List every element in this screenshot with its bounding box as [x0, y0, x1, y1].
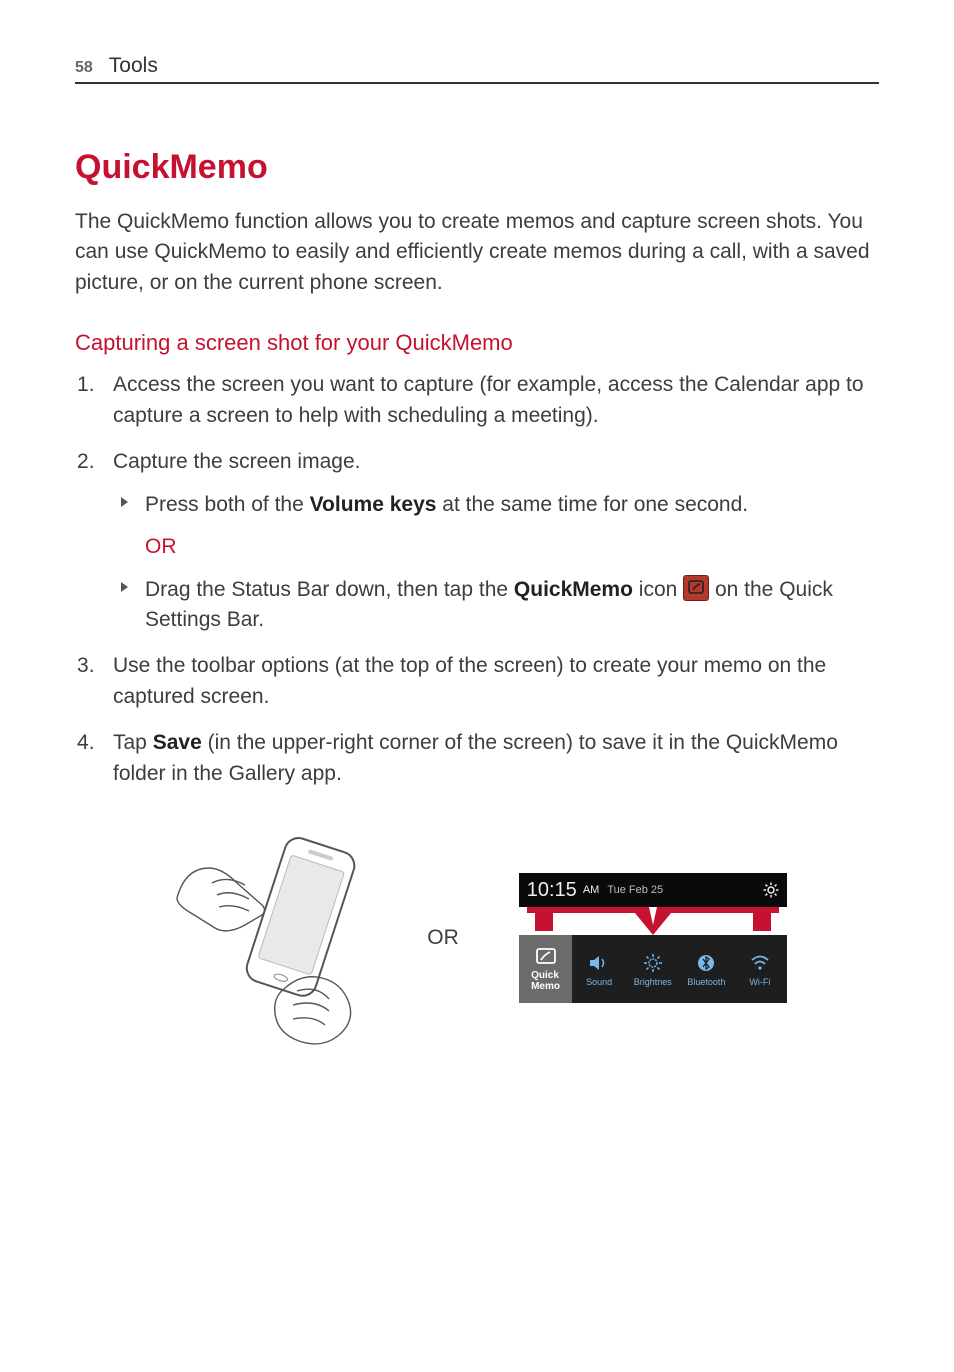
triangle-bullet-icon — [121, 582, 128, 592]
step-2: Capture the screen image. Press both of … — [75, 447, 879, 635]
or-label: OR — [145, 535, 177, 558]
status-date: Tue Feb 25 — [607, 884, 663, 896]
figure-row: OR 10:15 AM Tue Feb 25 QuickMemo — [75, 813, 879, 1063]
step-2a-bold: Volume keys — [310, 493, 437, 516]
step-2b-bold: QuickMemo — [514, 578, 633, 601]
instruction-list: Access the screen you want to capture (f… — [75, 370, 879, 789]
sub-heading: Capturing a screen shot for your QuickMe… — [75, 330, 879, 356]
qs-quickmemo-label: QuickMemo — [531, 971, 560, 992]
qs-brightness[interactable]: Brightnes — [626, 935, 680, 1003]
wifi-icon — [749, 952, 771, 974]
status-ampm: AM — [583, 884, 600, 896]
step-1-text: Access the screen you want to capture (f… — [113, 373, 864, 426]
step-2a-pre: Press both of the — [145, 493, 310, 516]
phone-hands-figure — [167, 813, 367, 1063]
qs-bluetooth-label: Bluetooth — [687, 977, 725, 987]
step-2b-pre: Drag the Status Bar down, then tap the — [145, 578, 514, 601]
qs-brightness-label: Brightnes — [634, 977, 672, 987]
step-2b: Drag the Status Bar down, then tap the Q… — [113, 575, 879, 636]
step-4-bold: Save — [153, 731, 202, 754]
triangle-bullet-icon — [121, 497, 128, 507]
qs-sound[interactable]: Sound — [572, 935, 626, 1003]
figure-or-label: OR — [427, 926, 459, 950]
step-2-text: Capture the screen image. — [113, 450, 360, 473]
status-bar: 10:15 AM Tue Feb 25 — [519, 873, 787, 907]
sound-icon — [588, 952, 610, 974]
quick-settings-row: QuickMemo Sound Brightnes Bluetooth — [519, 935, 787, 1003]
step-3: Use the toolbar options (at the top of t… — [75, 651, 879, 712]
status-time: 10:15 — [527, 879, 577, 902]
drag-arrow-band — [519, 907, 787, 935]
bluetooth-icon — [695, 952, 717, 974]
page-number: 58 — [75, 59, 93, 77]
page-header: 58 Tools — [75, 54, 879, 84]
article-title: QuickMemo — [75, 148, 879, 187]
brightness-icon — [642, 952, 664, 974]
step-4-pre: Tap — [113, 731, 153, 754]
step-2b-mid: icon — [633, 578, 683, 601]
quickmemo-icon — [683, 575, 709, 601]
qs-sound-label: Sound — [586, 977, 612, 987]
step-4-post: (in the upper-right corner of the screen… — [113, 731, 838, 784]
step-2-or: OR — [113, 532, 879, 562]
qs-quickmemo[interactable]: QuickMemo — [519, 935, 573, 1003]
quickmemo-icon — [535, 946, 557, 968]
qs-bluetooth[interactable]: Bluetooth — [680, 935, 734, 1003]
step-4: Tap Save (in the upper-right corner of t… — [75, 728, 879, 789]
qs-wifi[interactable]: Wi-Fi — [733, 935, 787, 1003]
quick-settings-figure: 10:15 AM Tue Feb 25 QuickMemo — [519, 873, 787, 1003]
step-2a: Press both of the Volume keys at the sam… — [113, 490, 879, 520]
step-3-text: Use the toolbar options (at the top of t… — [113, 654, 826, 707]
section-title: Tools — [109, 54, 158, 78]
gear-icon — [763, 882, 779, 898]
intro-paragraph: The QuickMemo function allows you to cre… — [75, 207, 879, 298]
step-1: Access the screen you want to capture (f… — [75, 370, 879, 431]
qs-wifi-label: Wi-Fi — [749, 977, 770, 987]
step-2a-post: at the same time for one second. — [436, 493, 748, 516]
